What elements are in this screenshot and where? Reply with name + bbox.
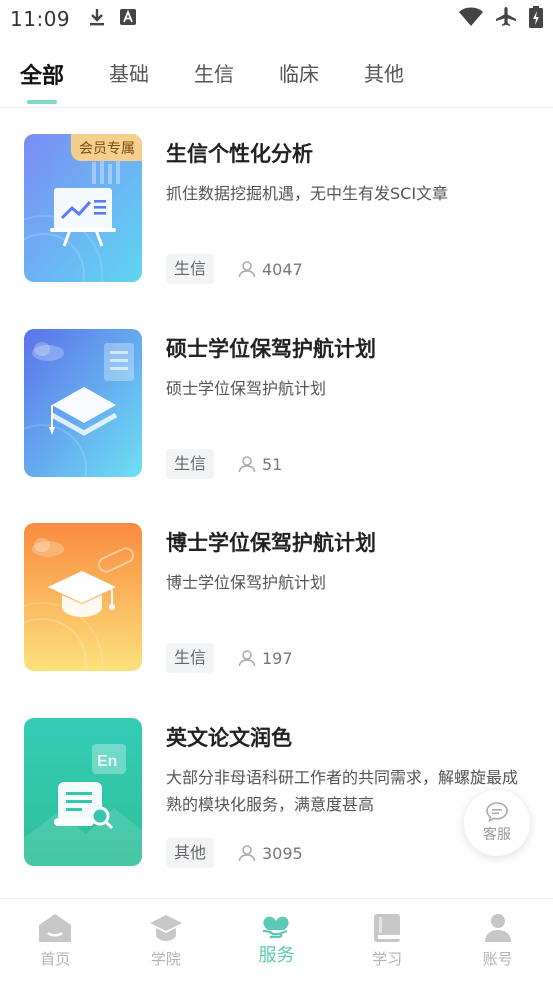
course-title: 英文论文润色 <box>166 726 292 750</box>
nav-home[interactable]: 首页 <box>0 899 111 983</box>
course-title: 博士学位保驾护航计划 <box>166 531 376 555</box>
person-outline-icon <box>238 650 256 667</box>
category-tabs: 全部 基础 生信 临床 其他 <box>0 50 553 106</box>
nav-study-label: 学习 <box>372 950 403 968</box>
tab-all[interactable]: 全部 <box>20 50 64 90</box>
course-description: 抓住数据挖掘机遇，无中生有发SCI文章 <box>166 184 449 203</box>
status-time: 11:09 <box>10 7 71 31</box>
nav-home-label: 首页 <box>40 950 71 968</box>
nav-service-label: 服务 <box>258 945 295 966</box>
tab-clinical[interactable]: 临床 <box>279 50 319 87</box>
category-tag: 生信 <box>166 449 215 479</box>
tab-basic[interactable]: 基础 <box>109 50 149 87</box>
college-cap-icon <box>149 915 182 941</box>
course-thumbnail <box>24 329 142 477</box>
service-heart-icon <box>263 916 290 939</box>
category-tag: 生信 <box>166 643 215 673</box>
member-only-badge: 会员专属 <box>71 134 142 161</box>
book-icon <box>374 914 401 942</box>
enrollment-count-value: 4047 <box>262 259 303 279</box>
person-outline-icon <box>238 845 256 862</box>
bottom-nav: 首页 学院 服务 学习 账号 <box>0 898 553 983</box>
airplane-mode-icon <box>495 6 517 32</box>
course-card[interactable]: 博士学位保驾护航计划 博士学位保驾护航计划 生信 197 <box>0 523 553 693</box>
nav-service[interactable]: 服务 <box>221 899 332 983</box>
enrollment-count-value: 197 <box>262 648 293 668</box>
person-icon <box>484 914 511 942</box>
person-outline-icon <box>238 261 256 278</box>
course-title: 生信个性化分析 <box>166 142 313 166</box>
battery-charging-icon <box>529 6 543 32</box>
category-tag: 生信 <box>166 254 215 284</box>
tab-bioinformatics[interactable]: 生信 <box>194 50 234 87</box>
enrollment-count: 197 <box>238 643 293 673</box>
customer-service-button[interactable]: 客服 <box>464 790 530 856</box>
tab-divider <box>0 107 553 108</box>
course-card[interactable]: 硕士学位保驾护航计划 硕士学位保驾护航计划 生信 51 <box>0 329 553 499</box>
nav-account[interactable]: 账号 <box>442 899 553 983</box>
enrollment-count: 4047 <box>238 254 303 284</box>
course-thumbnail: 会员专属 <box>24 134 142 282</box>
course-thumbnail: En <box>24 718 142 866</box>
home-icon <box>39 914 72 942</box>
download-icon <box>88 7 106 31</box>
nav-study[interactable]: 学习 <box>332 899 443 983</box>
chat-bubble-icon <box>486 802 508 822</box>
nav-college-label: 学院 <box>150 950 181 968</box>
customer-service-label: 客服 <box>483 827 511 843</box>
nav-college[interactable]: 学院 <box>111 899 222 983</box>
course-description: 硕士学位保驾护航计划 <box>166 379 327 398</box>
course-card[interactable]: 会员专属 生信个性化分析 抓住数据挖掘机遇，无中生有发SCI文章 生信 4047 <box>0 134 553 304</box>
tab-other[interactable]: 其他 <box>364 50 404 87</box>
course-thumbnail <box>24 523 142 671</box>
enrollment-count-value: 3095 <box>262 843 303 863</box>
wifi-icon <box>459 7 483 31</box>
category-tag: 其他 <box>166 838 215 868</box>
person-outline-icon <box>238 456 256 473</box>
enrollment-count-value: 51 <box>262 454 283 474</box>
enrollment-count: 51 <box>238 449 282 479</box>
course-title: 硕士学位保驾护航计划 <box>166 337 376 361</box>
font-a-icon <box>120 9 137 29</box>
course-description: 博士学位保驾护航计划 <box>166 573 327 592</box>
enrollment-count: 3095 <box>238 838 303 868</box>
nav-account-label: 账号 <box>482 950 513 968</box>
svg-text:En: En <box>97 753 117 770</box>
status-bar: 11:09 <box>0 0 553 38</box>
